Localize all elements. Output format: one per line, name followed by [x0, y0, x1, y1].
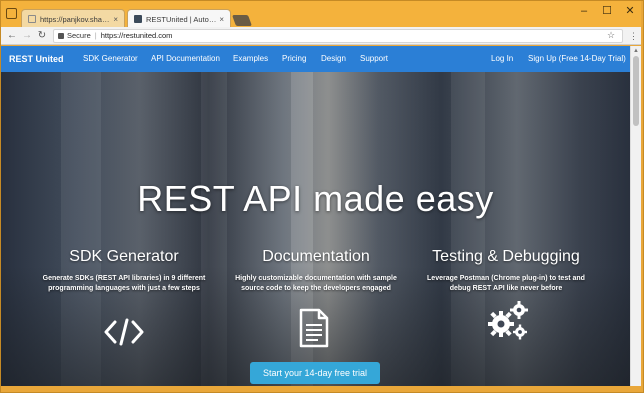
- code-icon: [104, 318, 144, 346]
- feature-testing-debugging: Testing & Debugging Leverage Postman (Ch…: [421, 248, 591, 294]
- page-favicon-icon: [28, 15, 36, 23]
- tab-restunited[interactable]: RESTUnited | Automated ×: [127, 9, 231, 28]
- feature-title: SDK Generator: [69, 248, 179, 265]
- browser-toolbar: ← → ↻ Secure | https://restunited.com ☆ ⋮: [1, 27, 641, 45]
- start-trial-button[interactable]: Start your 14-day free trial: [250, 362, 380, 384]
- nav-pricing[interactable]: Pricing: [282, 46, 306, 72]
- signup-link[interactable]: Sign Up (Free 14-Day Trial): [528, 46, 626, 72]
- tab-title: RESTUnited | Automated: [146, 14, 216, 24]
- feature-title: Documentation: [262, 248, 370, 265]
- scroll-thumb[interactable]: [633, 56, 639, 126]
- hero-title: REST API made easy: [137, 178, 494, 219]
- page-viewport: REST United SDK Generator API Documentat…: [1, 46, 630, 386]
- nav-support[interactable]: Support: [360, 46, 388, 72]
- feature-description: Leverage Postman (Chrome plug-in) to tes…: [427, 275, 585, 292]
- close-window-button[interactable]: ✕: [622, 4, 638, 18]
- nav-examples[interactable]: Examples: [233, 46, 268, 72]
- back-button[interactable]: ←: [6, 29, 18, 43]
- browser-titlebar: https://panjkov.sharepoi × RESTUnited | …: [1, 1, 641, 28]
- new-tab-button[interactable]: [231, 15, 253, 26]
- feature-description: Generate SDKs (REST API libraries) in 9 …: [42, 275, 206, 292]
- site-navbar: REST United SDK Generator API Documentat…: [1, 46, 630, 72]
- secure-label: Secure: [67, 31, 91, 40]
- maximize-button[interactable]: ☐: [599, 4, 615, 18]
- feature-sdk-generator: SDK Generator Generate SDKs (REST API li…: [39, 248, 209, 294]
- tab-close-icon[interactable]: ×: [219, 15, 224, 24]
- gears-icon: [488, 301, 528, 340]
- reload-button[interactable]: ↻: [36, 29, 48, 43]
- lock-icon: [58, 33, 64, 39]
- feature-title: Testing & Debugging: [432, 248, 580, 265]
- scroll-up-arrow-icon[interactable]: ▲: [633, 48, 639, 54]
- forward-button[interactable]: →: [21, 29, 33, 43]
- address-bar[interactable]: Secure | https://restunited.com: [53, 29, 623, 43]
- browser-app-icon: [6, 8, 17, 19]
- brand-logo[interactable]: REST United: [9, 46, 64, 72]
- page-scrollbar[interactable]: ▲: [630, 46, 641, 386]
- feature-description: Highly customizable documentation with s…: [235, 275, 397, 292]
- feature-documentation: Documentation Highly customizable docume…: [231, 248, 401, 294]
- browser-menu-icon[interactable]: ⋮: [629, 29, 638, 43]
- nav-design[interactable]: Design: [321, 46, 346, 72]
- tab-sharepoint[interactable]: https://panjkov.sharepoi ×: [21, 9, 125, 28]
- nav-api-documentation[interactable]: API Documentation: [151, 46, 220, 72]
- tab-title: https://panjkov.sharepoi: [40, 14, 110, 24]
- bookmark-star-icon[interactable]: ☆: [607, 29, 615, 41]
- login-link[interactable]: Log In: [491, 46, 513, 72]
- site-favicon-icon: [134, 15, 142, 23]
- nav-sdk-generator[interactable]: SDK Generator: [83, 46, 138, 72]
- document-icon: [299, 308, 329, 348]
- minimize-button[interactable]: –: [576, 4, 592, 18]
- url-text: https://restunited.com: [100, 31, 173, 40]
- address-separator: |: [94, 31, 97, 40]
- tab-close-icon[interactable]: ×: [113, 15, 118, 24]
